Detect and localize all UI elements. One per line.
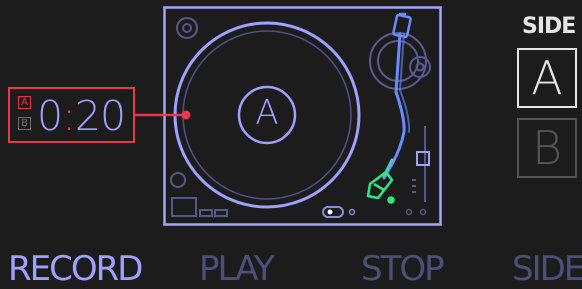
pitch-slider[interactable] xyxy=(412,126,430,202)
stop-button[interactable]: STOP xyxy=(361,249,445,289)
tonearm[interactable] xyxy=(382,12,412,180)
display-connector-dot xyxy=(181,110,191,120)
side-selector-title: SIDE xyxy=(522,14,576,39)
side-a-indicator: A xyxy=(18,96,31,109)
time-colon: : xyxy=(62,92,76,140)
side-a-button[interactable]: A xyxy=(517,48,577,108)
play-button[interactable]: PLAY xyxy=(199,249,275,289)
side-b-indicator: B xyxy=(18,117,31,130)
time-minutes: 0 xyxy=(37,92,63,140)
record-label-letter: A xyxy=(255,93,279,133)
bottom-right-dots xyxy=(405,208,427,216)
side-b-button[interactable]: B xyxy=(517,118,577,178)
side-button[interactable]: SIDE xyxy=(512,249,582,289)
headshell xyxy=(366,170,395,204)
center-buttons xyxy=(322,206,356,218)
record-button[interactable]: RECORD xyxy=(8,249,143,289)
elapsed-time: 0:20 xyxy=(37,92,126,140)
time-seconds: 20 xyxy=(74,92,126,140)
start-knob xyxy=(176,17,198,39)
time-display: A B 0:20 xyxy=(8,87,135,143)
turntable-illustration xyxy=(135,6,442,226)
